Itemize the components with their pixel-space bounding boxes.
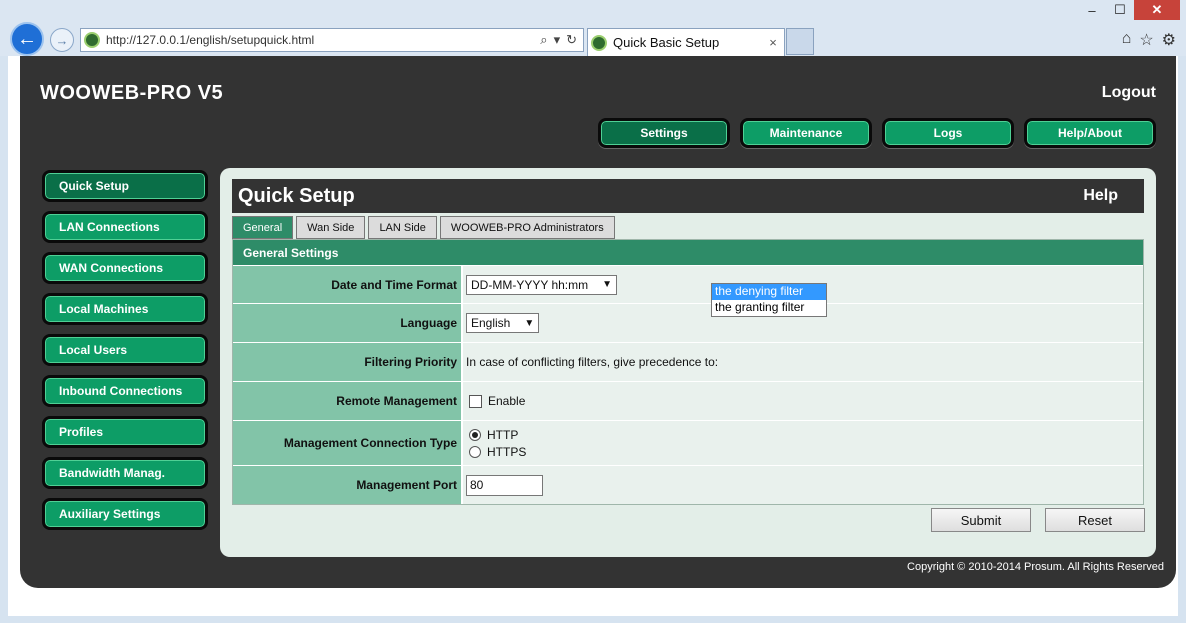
browser-chrome: – ☐ ✕ ← → http://127.0.0.1/english/setup… bbox=[0, 0, 1186, 56]
radio-https[interactable] bbox=[469, 445, 481, 458]
radio-https-label: HTTPS bbox=[487, 444, 527, 459]
sidebar-item-inbound-connections[interactable]: Inbound Connections bbox=[42, 375, 208, 407]
remote-management-label: Remote Management bbox=[233, 382, 461, 420]
connection-type-cell: HTTP HTTPS bbox=[461, 421, 1143, 465]
site-favicon-icon bbox=[84, 32, 100, 48]
date-format-select[interactable]: DD-MM-YYYY hh:mm ▼ bbox=[466, 274, 618, 295]
date-format-label: Date and Time Format bbox=[233, 266, 461, 303]
help-link[interactable]: Help bbox=[1083, 187, 1118, 205]
chevron-down-icon: ▼ bbox=[524, 317, 535, 329]
app-frame: WOOWEB-PRO V5 Logout Settings Maintenanc… bbox=[20, 56, 1176, 588]
logout-link[interactable]: Logout bbox=[1102, 84, 1156, 102]
reset-button[interactable]: Reset bbox=[1045, 508, 1145, 532]
filtering-text: In case of conflicting filters, give pre… bbox=[466, 355, 719, 369]
tab-administrators[interactable]: WOOWEB-PRO Administrators bbox=[439, 216, 615, 239]
quick-setup-panel: Quick Setup Help General Wan Side LAN Si… bbox=[220, 168, 1156, 557]
forward-button[interactable]: → bbox=[50, 28, 74, 52]
back-button[interactable]: ← bbox=[10, 22, 44, 56]
chevron-down-icon: ▼ bbox=[602, 279, 613, 290]
form-actions: Submit Reset bbox=[931, 508, 1145, 532]
remote-management-checkbox[interactable] bbox=[469, 394, 482, 408]
tab-favicon-icon bbox=[591, 34, 607, 51]
top-nav-maintenance[interactable]: Maintenance bbox=[740, 118, 872, 148]
home-icon[interactable]: ⌂ bbox=[1122, 30, 1132, 50]
filtering-cell: In case of conflicting filters, give pre… bbox=[461, 343, 1143, 381]
language-select[interactable]: English ▼ bbox=[466, 313, 540, 333]
sidebar-item-auxiliary-settings[interactable]: Auxiliary Settings bbox=[42, 498, 208, 530]
search-icon[interactable]: ⌕ bbox=[540, 32, 547, 48]
filtering-option-granting[interactable]: the granting filter bbox=[712, 300, 826, 316]
refresh-icon[interactable]: ↻ bbox=[566, 32, 577, 48]
tab-title: Quick Basic Setup bbox=[613, 35, 720, 50]
tab-close-button[interactable]: × bbox=[762, 35, 784, 50]
management-port-input[interactable]: 80 bbox=[466, 474, 543, 496]
connection-type-label: Management Connection Type bbox=[233, 421, 461, 465]
sidebar-item-local-users[interactable]: Local Users bbox=[42, 334, 208, 366]
top-nav: Settings Maintenance Logs Help/About bbox=[598, 118, 1156, 148]
window-controls: – ☐ ✕ bbox=[1078, 0, 1180, 20]
remote-management-row: Remote Management Enable bbox=[233, 381, 1143, 420]
sidebar-item-wan-connections[interactable]: WAN Connections bbox=[42, 252, 208, 284]
sidebar-item-local-machines[interactable]: Local Machines bbox=[42, 293, 208, 325]
remote-management-cell: Enable bbox=[461, 382, 1143, 420]
general-settings-form: General Settings Date and Time Format DD… bbox=[232, 239, 1144, 505]
brand-title: WOOWEB-PRO V5 bbox=[40, 82, 224, 104]
browser-tab[interactable]: Quick Basic Setup × bbox=[587, 28, 785, 56]
address-bar[interactable]: http://127.0.0.1/english/setupquick.html… bbox=[80, 28, 584, 52]
address-url[interactable]: http://127.0.0.1/english/setupquick.html bbox=[106, 33, 540, 47]
connection-type-group: HTTP HTTPS bbox=[469, 428, 526, 459]
language-value: English bbox=[471, 316, 511, 330]
remote-management-enable-label: Enable bbox=[488, 394, 526, 408]
minimize-button[interactable]: – bbox=[1078, 0, 1106, 20]
star-icon[interactable]: ☆ bbox=[1139, 30, 1153, 50]
date-format-value: DD-MM-YYYY hh:mm bbox=[471, 277, 589, 292]
browser-toolbar: ⌂ ☆ ⚙ bbox=[1122, 30, 1176, 50]
filtering-label: Filtering Priority bbox=[233, 343, 461, 381]
top-nav-logs[interactable]: Logs bbox=[882, 118, 1014, 148]
management-port-cell: 80 bbox=[461, 466, 1143, 504]
sidebar-item-lan-connections[interactable]: LAN Connections bbox=[42, 211, 208, 243]
sidebar-item-quick-setup[interactable]: Quick Setup bbox=[42, 170, 208, 202]
gear-icon[interactable]: ⚙ bbox=[1162, 30, 1176, 50]
submit-button[interactable]: Submit bbox=[931, 508, 1031, 532]
tab-general[interactable]: General bbox=[232, 216, 294, 239]
side-nav: Quick Setup LAN Connections WAN Connecti… bbox=[42, 170, 208, 539]
connection-type-row: Management Connection Type HTTP HTTPS bbox=[233, 420, 1143, 465]
date-format-row: Date and Time Format DD-MM-YYYY hh:mm ▼ bbox=[233, 265, 1143, 303]
filtering-option-denying[interactable]: the denying filter bbox=[712, 284, 826, 300]
arrow-right-icon: → bbox=[55, 32, 69, 48]
top-nav-settings[interactable]: Settings bbox=[598, 118, 730, 148]
sidebar-item-profiles[interactable]: Profiles bbox=[42, 416, 208, 448]
page-title: Quick Setup bbox=[238, 185, 355, 207]
new-tab-button[interactable] bbox=[786, 28, 814, 55]
sidebar-item-bandwidth[interactable]: Bandwidth Manag. bbox=[42, 457, 208, 489]
tab-lan-side[interactable]: LAN Side bbox=[368, 216, 437, 239]
maximize-button[interactable]: ☐ bbox=[1106, 0, 1134, 20]
copyright-text: Copyright © 2010-2014 Prosum. All Rights… bbox=[907, 561, 1164, 573]
radio-http-label: HTTP bbox=[487, 427, 519, 442]
radio-http-option[interactable]: HTTP bbox=[469, 428, 526, 442]
radio-http[interactable] bbox=[469, 428, 481, 441]
language-label: Language bbox=[233, 304, 461, 342]
arrow-left-icon: ← bbox=[17, 27, 37, 50]
chevron-down-icon[interactable]: ▾ bbox=[554, 32, 561, 48]
tab-wan-side[interactable]: Wan Side bbox=[296, 216, 366, 239]
language-row: Language English ▼ bbox=[233, 303, 1143, 342]
filtering-row: Filtering Priority In case of conflictin… bbox=[233, 342, 1143, 381]
management-port-row: Management Port 80 bbox=[233, 465, 1143, 504]
address-bar-actions: ⌕ ▾ ↻ bbox=[540, 32, 583, 48]
management-port-label: Management Port bbox=[233, 466, 461, 504]
section-header: General Settings bbox=[233, 240, 1143, 265]
close-window-button[interactable]: ✕ bbox=[1134, 0, 1180, 20]
page-viewport: WOOWEB-PRO V5 Logout Settings Maintenanc… bbox=[8, 56, 1178, 616]
top-nav-help-about[interactable]: Help/About bbox=[1024, 118, 1156, 148]
filtering-priority-listbox[interactable]: the denying filter the granting filter bbox=[711, 283, 827, 317]
panel-header: Quick Setup Help bbox=[232, 179, 1144, 213]
radio-https-option[interactable]: HTTPS bbox=[469, 445, 526, 459]
settings-tabs: General Wan Side LAN Side WOOWEB-PRO Adm… bbox=[232, 216, 615, 239]
